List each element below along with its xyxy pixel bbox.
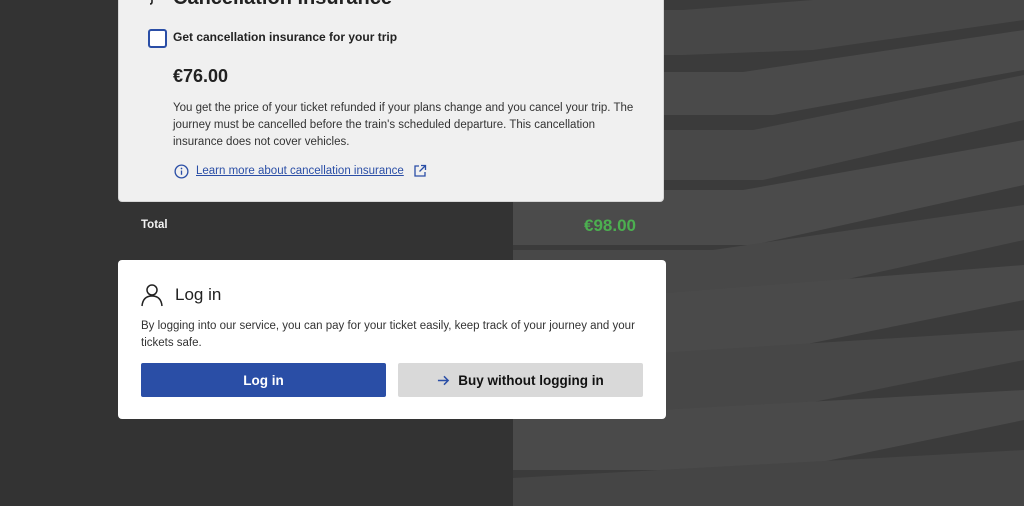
insurance-title: Cancellation insurance xyxy=(173,0,392,10)
login-description: By logging into our service, you can pay… xyxy=(141,320,635,349)
insurance-checkbox-label[interactable]: Get cancellation insurance for your trip xyxy=(173,30,397,44)
total-price: €98.00 xyxy=(584,216,636,235)
insurance-price: €76.00 xyxy=(173,66,229,86)
cancellation-insurance-card: Cancellation insurance Get cancellation … xyxy=(118,0,664,202)
insurance-checkbox[interactable] xyxy=(148,29,167,48)
arrow-right-icon xyxy=(438,375,450,385)
buy-without-login-label: Buy without logging in xyxy=(458,372,604,388)
insurance-description: You get the price of your ticket refunde… xyxy=(173,102,634,148)
login-button[interactable]: Log in xyxy=(141,363,386,397)
user-icon xyxy=(141,284,163,307)
learn-more-link[interactable]: Learn more about cancellation insurance xyxy=(196,165,404,177)
info-icon xyxy=(174,164,189,179)
umbrella-icon xyxy=(149,0,153,5)
external-link-icon xyxy=(414,164,427,177)
login-title: Log in xyxy=(175,285,222,304)
total-label: Total xyxy=(141,219,168,231)
buy-without-login-button[interactable]: Buy without logging in xyxy=(398,363,643,397)
login-card: Log in By logging into our service, you … xyxy=(118,260,666,419)
